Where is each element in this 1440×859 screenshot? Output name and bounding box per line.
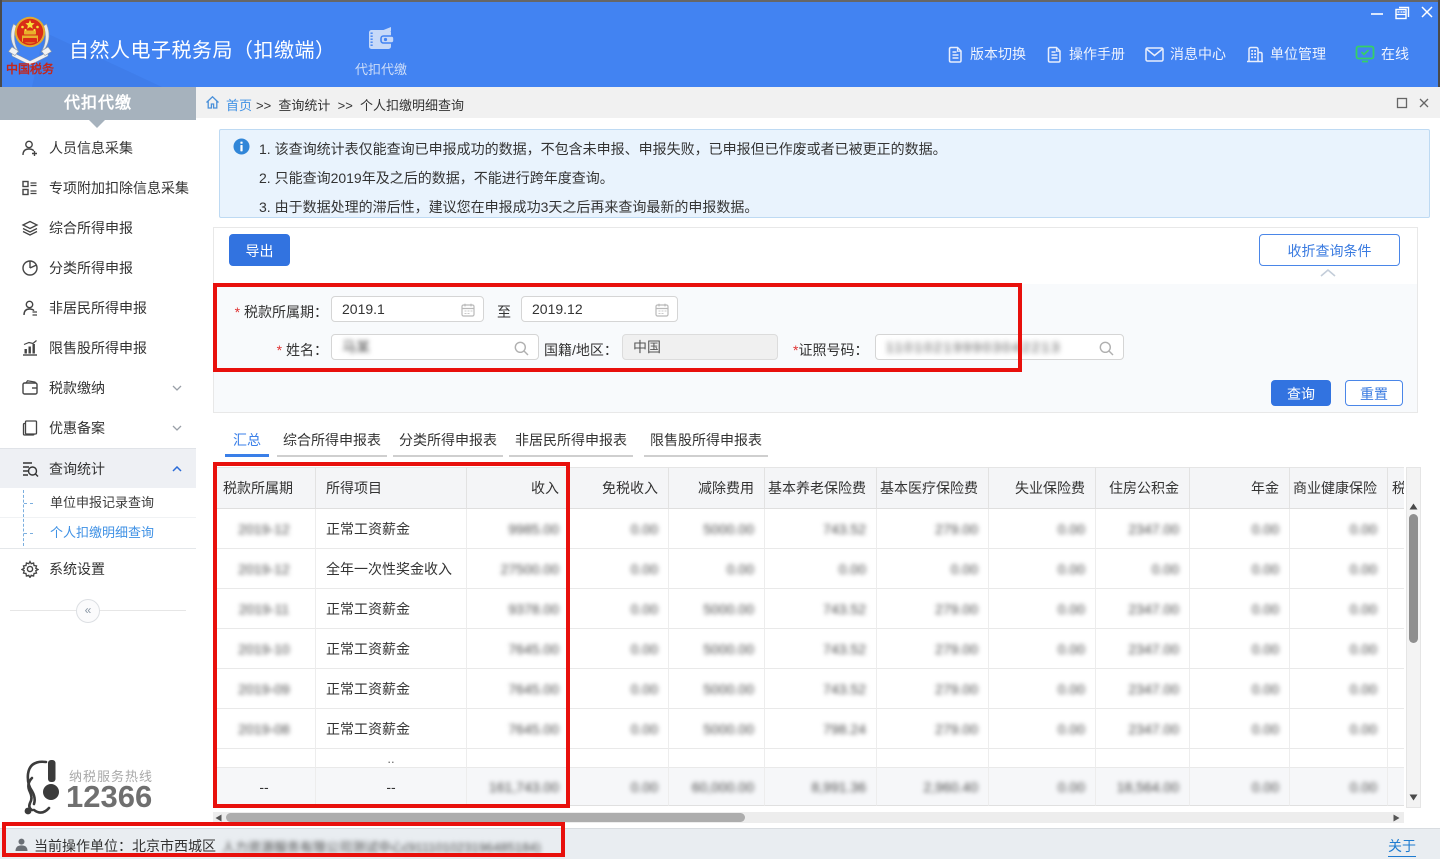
svg-text:中国税务: 中国税务 <box>6 61 54 75</box>
